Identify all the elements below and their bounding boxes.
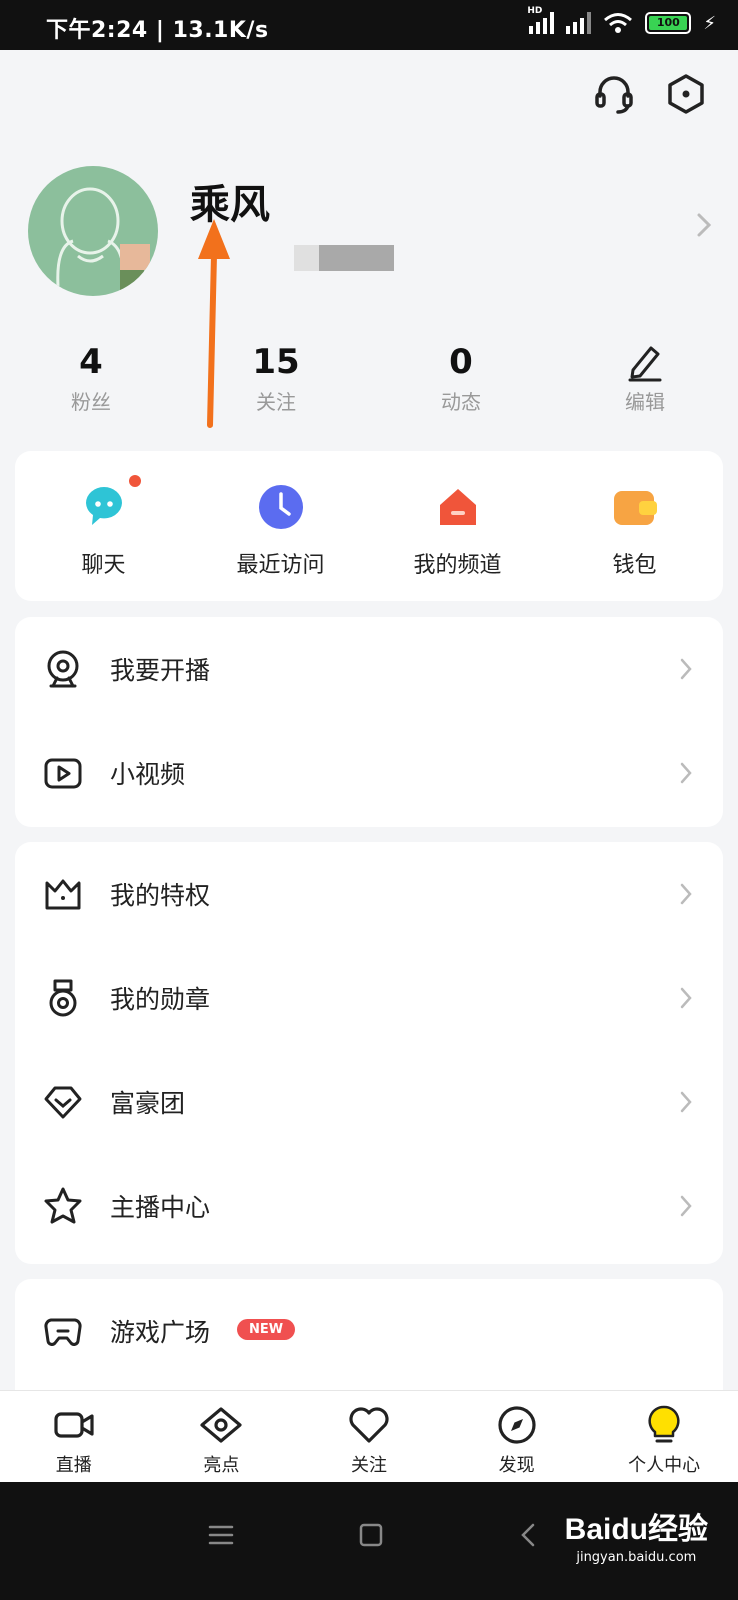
nav-highlights[interactable]: 亮点 [151,1391,291,1482]
stat-following-value: 15 [252,342,300,382]
nav-profile[interactable]: 个人中心 [594,1391,734,1482]
quick-chat-label: 聊天 [81,553,126,578]
clock-icon [258,485,303,529]
menu-rich-club[interactable]: 富豪团 [15,1050,723,1154]
baidu-watermark: Baidu经验 jingyan.baidu.com [565,1504,708,1565]
stat-posts-label: 动态 [441,390,481,414]
user-id-blurred [294,245,394,271]
wifi-icon [604,13,633,33]
menu-streamer-center[interactable]: 主播中心 [15,1154,723,1258]
nav-follow-label: 关注 [350,1455,387,1476]
chevron-right-icon [680,987,692,1009]
system-nav-bar: Baidu经验 jingyan.baidu.com [0,1482,738,1600]
wallet-icon [613,491,657,525]
network-type: HD [527,6,543,16]
avatar[interactable] [28,166,158,296]
eye-icon [200,1407,242,1443]
settings-hexagon-icon[interactable] [664,72,708,116]
compass-icon [497,1406,536,1444]
watermark-main: Baidu经验 [564,1513,708,1546]
quick-wallet[interactable]: 钱包 [550,483,720,601]
quick-recent[interactable]: 最近访问 [196,483,366,601]
menu-go-live-label: 我要开播 [110,656,211,685]
chevron-right-icon [680,658,692,680]
menu-card-1: 我要开播 小视频 [15,617,723,827]
stat-following-label: 关注 [256,390,296,414]
menu-privileges[interactable]: 我的特权 [15,842,723,946]
quick-channel[interactable]: 我的频道 [373,483,543,601]
new-badge: NEW [237,1319,296,1340]
stat-posts[interactable]: 0 动态 [396,342,526,415]
nav-highlights-label: 亮点 [203,1455,240,1476]
home-square-icon[interactable] [358,1522,384,1548]
unread-dot [128,475,141,487]
signal-icon: HD [527,6,555,34]
signal-icon-2 [566,12,592,34]
nav-live-label: 直播 [55,1455,92,1476]
menu-medals-label: 我的勋章 [110,985,211,1014]
gamepad-icon [44,1318,82,1346]
profile-chevron-icon[interactable] [694,210,714,240]
nav-live[interactable]: 直播 [4,1391,144,1482]
quick-channel-label: 我的频道 [413,553,502,578]
menu-rich-club-label: 富豪团 [110,1089,186,1118]
stat-following[interactable]: 15 关注 [211,342,341,415]
crown-icon [45,879,81,910]
heart-icon [349,1407,389,1443]
edit-label: 编辑 [625,390,665,414]
nav-follow[interactable]: 关注 [299,1391,439,1482]
chevron-right-icon [680,762,692,784]
charging-icon: ⚡ [703,12,716,34]
chevron-right-icon [680,1195,692,1217]
menu-game-plaza[interactable]: 游戏广场 NEW [15,1279,723,1383]
video-camera-icon [54,1412,94,1438]
avatar-penguin-icon [56,187,150,292]
nav-profile-label: 个人中心 [628,1455,701,1476]
menu-game-plaza-label: 游戏广场 [110,1318,211,1347]
diamond-icon [44,1086,82,1119]
edit-profile-button[interactable]: 编辑 [580,342,710,415]
quick-chat[interactable]: 聊天 [19,475,189,601]
medal-icon [49,979,77,1017]
menu-icon[interactable] [208,1522,234,1548]
battery-level: 100 [649,16,688,30]
edit-pen-icon [628,346,662,382]
battery-icon: 100 [645,12,692,34]
chevron-right-icon [680,883,692,905]
back-icon[interactable] [516,1522,542,1548]
star-icon [44,1187,82,1224]
quick-wallet-label: 钱包 [612,553,657,578]
webcam-icon [47,650,79,688]
menu-card-2: 我的特权 我的勋章 富豪团 主播中心 [15,842,723,1264]
menu-privileges-label: 我的特权 [110,881,211,910]
stat-fans-value: 4 [79,342,103,382]
bottom-nav: 直播 亮点 关注 发现 个人中心 [0,1390,738,1482]
bulb-profile-icon [648,1405,680,1443]
menu-streamer-center-label: 主播中心 [110,1193,211,1222]
video-play-icon [44,758,82,789]
stat-fans-label: 粉丝 [71,390,111,414]
watermark-sub: jingyan.baidu.com [576,1550,697,1565]
menu-short-video-label: 小视频 [110,760,186,789]
chat-bubble-icon [85,487,122,525]
nav-discover-label: 发现 [498,1455,535,1476]
headset-icon[interactable] [592,72,636,116]
quick-recent-label: 最近访问 [236,553,325,578]
stat-fans[interactable]: 4 粉丝 [26,342,156,415]
menu-medals[interactable]: 我的勋章 [15,946,723,1050]
house-icon [439,489,476,525]
status-time: 下午2:24 | 13.1K/s [46,18,269,43]
status-bar: 下午2:24 | 13.1K/s HD 100 ⚡ [0,0,738,50]
status-icons: HD 100 ⚡ [527,6,716,34]
menu-go-live[interactable]: 我要开播 [15,617,723,721]
nav-discover[interactable]: 发现 [447,1391,587,1482]
chevron-right-icon [680,1091,692,1113]
stat-posts-value: 0 [449,342,473,382]
menu-short-video[interactable]: 小视频 [15,721,723,825]
quick-actions-card: 聊天 最近访问 我的频道 钱包 [15,451,723,601]
